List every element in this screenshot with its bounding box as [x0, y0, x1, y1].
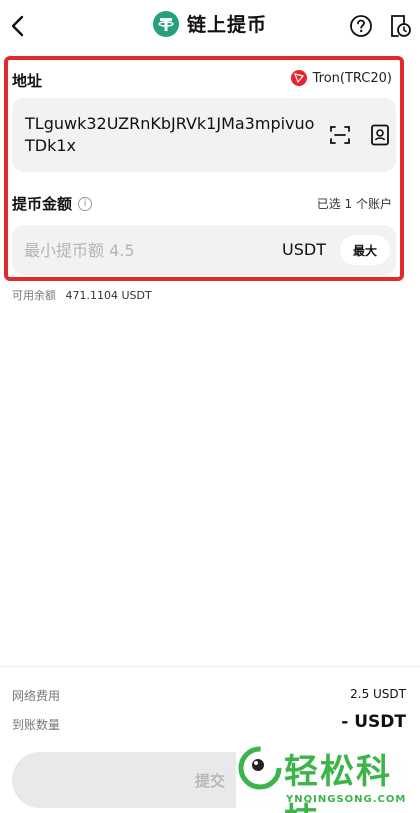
amount-input[interactable]	[24, 237, 224, 263]
page-title: 链上提币	[186, 14, 267, 36]
tether-icon	[152, 10, 179, 37]
address-input[interactable]: TLguwk32UZRnKbJRVk1JMa3mpivuoTDk1x	[12, 98, 396, 172]
history-button[interactable]	[386, 13, 412, 39]
network-label: Tron(TRC20)	[312, 70, 392, 86]
receive-label: 到账数量	[12, 718, 61, 732]
address-book-button[interactable]	[368, 123, 392, 147]
scan-button[interactable]	[328, 123, 352, 147]
leaf-logo-icon	[238, 746, 282, 790]
address-value[interactable]: TLguwk32UZRnKbJRVk1JMa3mpivuoTDk1x	[25, 113, 315, 157]
amount-label-text: 提币金额	[12, 195, 73, 213]
divider	[0, 666, 420, 667]
fee-value: 2.5 USDT	[350, 687, 406, 701]
amount-field[interactable]: USDT 最大	[12, 225, 396, 275]
info-icon[interactable]: i	[78, 196, 93, 211]
history-icon	[391, 15, 411, 37]
available-balance: 可用余额 471.1104 USDT	[12, 287, 152, 303]
available-value: 471.1104 USDT	[65, 289, 152, 302]
network-selector[interactable]: Tron(TRC20)	[290, 70, 392, 86]
available-label: 可用余额	[12, 289, 56, 302]
watermark-url: YNQINGSONG.COM	[286, 794, 407, 805]
watermark: 轻松科技 YNQINGSONG.COM	[236, 744, 418, 813]
address-book-icon	[371, 124, 389, 146]
question-circle-icon	[350, 15, 372, 37]
amount-label: 提币金额 i	[12, 193, 93, 214]
amount-unit: USDT	[282, 240, 326, 259]
receive-value: - USDT	[341, 712, 406, 732]
fee-label: 网络费用	[12, 689, 61, 703]
header-bar: 链上提币	[0, 0, 420, 52]
tron-icon	[290, 70, 307, 86]
max-button[interactable]: 最大	[340, 235, 390, 265]
help-button[interactable]	[349, 14, 373, 38]
selected-accounts[interactable]: 已选 1 个账户	[317, 195, 392, 212]
address-label: 地址	[12, 72, 43, 90]
scan-icon	[330, 126, 350, 144]
